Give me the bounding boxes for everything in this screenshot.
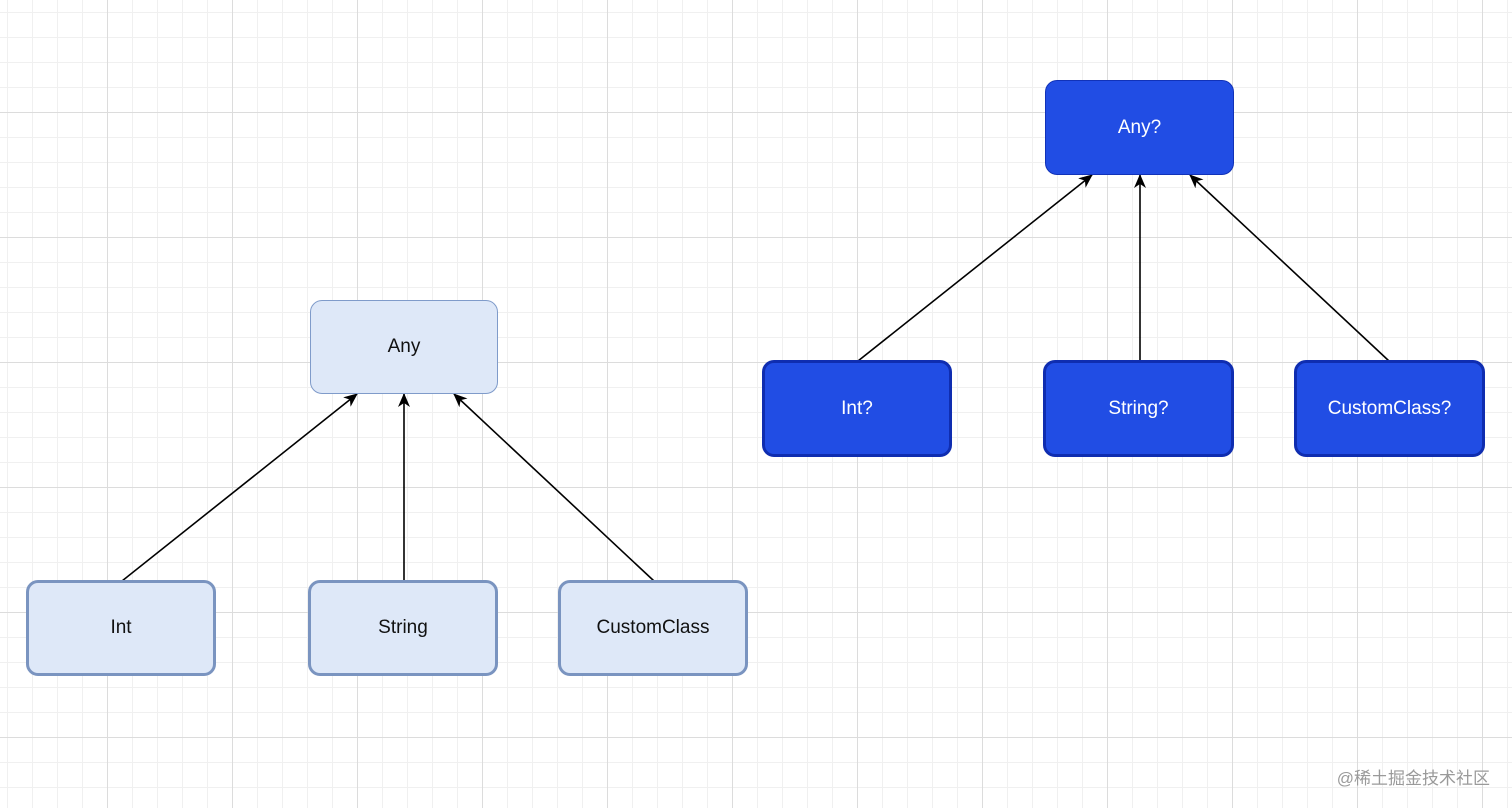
edge-int-to-any [121, 393, 358, 582]
edge-int-nullable-to-any-nullable [857, 174, 1093, 362]
edge-customclass-nullable-to-any-nullable [1189, 174, 1390, 362]
node-int-nullable: Int? [762, 360, 952, 457]
node-string: String [308, 580, 498, 676]
node-int: Int [26, 580, 216, 676]
node-customclass-nullable: CustomClass? [1294, 360, 1485, 457]
inheritance-diagram [121, 174, 1390, 582]
watermark-text: @稀土掘金技术社区 [1336, 769, 1490, 788]
node-customclass: CustomClass [558, 580, 748, 676]
node-any-nullable: Any? [1045, 80, 1234, 175]
node-any: Any [310, 300, 498, 394]
edge-customclass-to-any [453, 393, 655, 582]
node-string-nullable: String? [1043, 360, 1234, 457]
